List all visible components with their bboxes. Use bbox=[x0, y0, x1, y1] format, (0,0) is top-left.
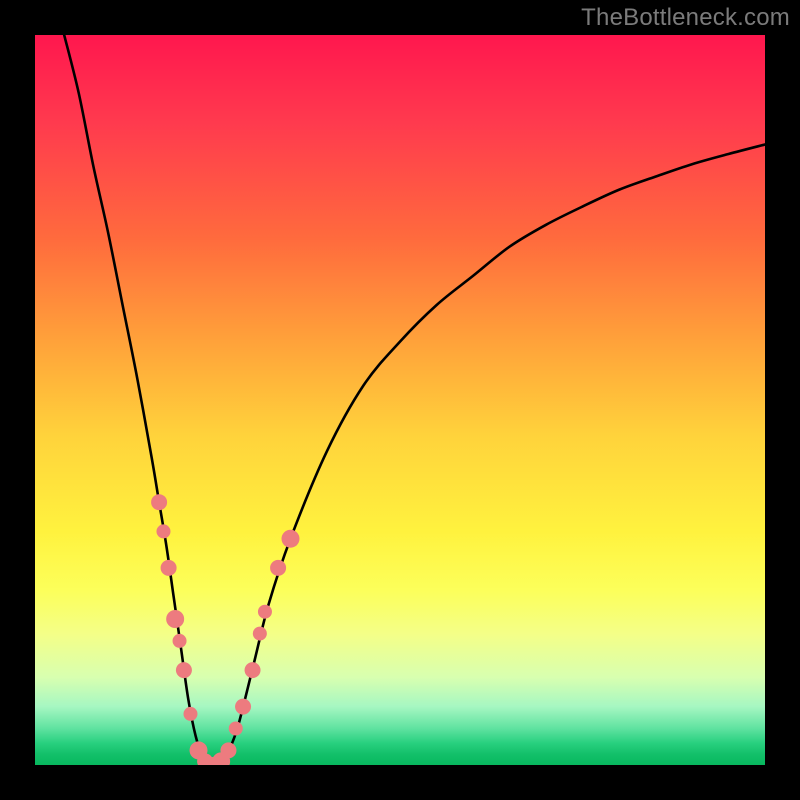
chart-svg bbox=[35, 35, 765, 765]
plot-area bbox=[35, 35, 765, 765]
curve-marker bbox=[161, 560, 177, 576]
curve-marker bbox=[282, 530, 300, 548]
curve-marker bbox=[253, 627, 267, 641]
curve-marker bbox=[156, 524, 170, 538]
curve-marker bbox=[235, 699, 251, 715]
curve-marker bbox=[183, 707, 197, 721]
curve-marker bbox=[220, 742, 236, 758]
curve-marker bbox=[270, 560, 286, 576]
curve-markers bbox=[151, 494, 299, 765]
curve-marker bbox=[258, 605, 272, 619]
curve-marker bbox=[245, 662, 261, 678]
curve-marker bbox=[176, 662, 192, 678]
watermark-text: TheBottleneck.com bbox=[581, 4, 790, 32]
curve-marker bbox=[229, 722, 243, 736]
chart-frame: TheBottleneck.com bbox=[0, 0, 800, 800]
curve-marker bbox=[173, 634, 187, 648]
bottleneck-curve bbox=[64, 35, 765, 765]
curve-marker bbox=[151, 494, 167, 510]
curve-marker bbox=[166, 610, 184, 628]
